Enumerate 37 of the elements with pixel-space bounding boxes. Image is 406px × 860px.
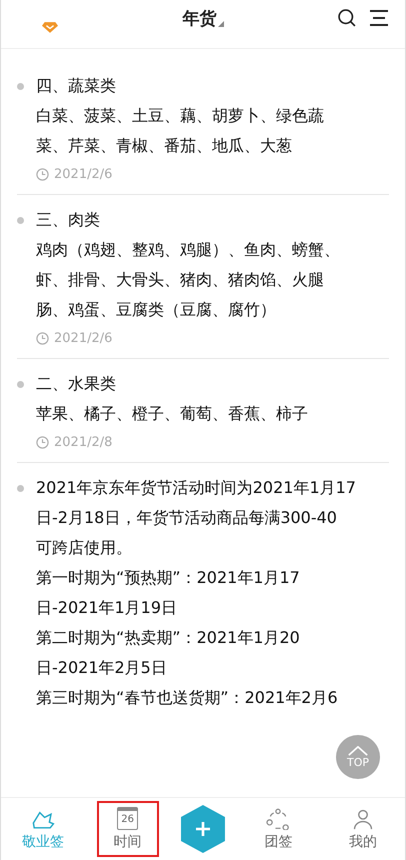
note-text-line: 第一时期为“预热期”：2021年1月17 <box>36 567 301 589</box>
note-text-line: 2021年京东年货节活动时间为2021年1月17 <box>36 477 357 499</box>
dropdown-triangle-icon <box>218 20 224 26</box>
bullet-dot <box>17 217 24 224</box>
note-text-line: 虾、排骨、大骨头、猪肉、猪肉馅、火腿 <box>36 269 325 291</box>
note-title: 四、蔬菜类 <box>36 75 117 97</box>
note-date: 2021/2/6 <box>54 167 112 182</box>
clock-icon <box>36 332 49 345</box>
chevron-up-icon <box>348 746 368 756</box>
bullet-dot <box>17 485 24 492</box>
clock-icon <box>36 168 49 181</box>
bullet-dot <box>17 83 24 90</box>
notebook-title-dropdown[interactable]: 年货 <box>182 6 224 30</box>
note-text-line: 可跨店使用。 <box>36 537 133 559</box>
team-icon <box>266 808 290 830</box>
nav-tab[interactable]: 26 时间 <box>96 801 159 857</box>
calendar-icon: 26 <box>117 807 138 830</box>
clock-icon <box>36 436 49 449</box>
note-text-line: 鸡肉（鸡翅、整鸡、鸡腿）、鱼肉、螃蟹、 <box>36 239 341 261</box>
menu-icon[interactable] <box>369 8 389 28</box>
note-title: 二、水果类 <box>36 373 117 395</box>
note-text-line: 日-2021年1月19日 <box>36 597 178 619</box>
note-text-line: 白菜、菠菜、土豆、藕、胡萝卜、绿色蔬 <box>36 105 325 127</box>
note-text-line: 第二时期为“热卖期”：2021年1月20 <box>36 627 301 649</box>
nav-tab[interactable]: 团签 <box>247 802 310 856</box>
note-text-line: 日-2月18日，年货节活动商品每满300-40 <box>36 507 338 529</box>
note-text-line: 肠、鸡蛋、豆腐类（豆腐、腐竹） <box>36 299 277 321</box>
note-date: 2021/2/8 <box>54 435 112 450</box>
note-text-line: 苹果、橘子、橙子、葡萄、香蕉、柿子 <box>36 403 309 425</box>
nav-tab[interactable]: 我的 <box>332 802 394 856</box>
note-text-line: 日-2021年2月5日 <box>36 657 168 679</box>
bullet-dot <box>17 381 24 388</box>
note-date: 2021/2/6 <box>54 331 112 346</box>
search-icon[interactable] <box>337 8 357 28</box>
note-text-line: 菜、芹菜、青椒、番茄、地瓜、大葱 <box>36 135 293 157</box>
note-title: 三、肉类 <box>36 209 101 231</box>
note-text-line: 第三时期为“春节也送货期”：2021年2月6 <box>36 687 339 709</box>
